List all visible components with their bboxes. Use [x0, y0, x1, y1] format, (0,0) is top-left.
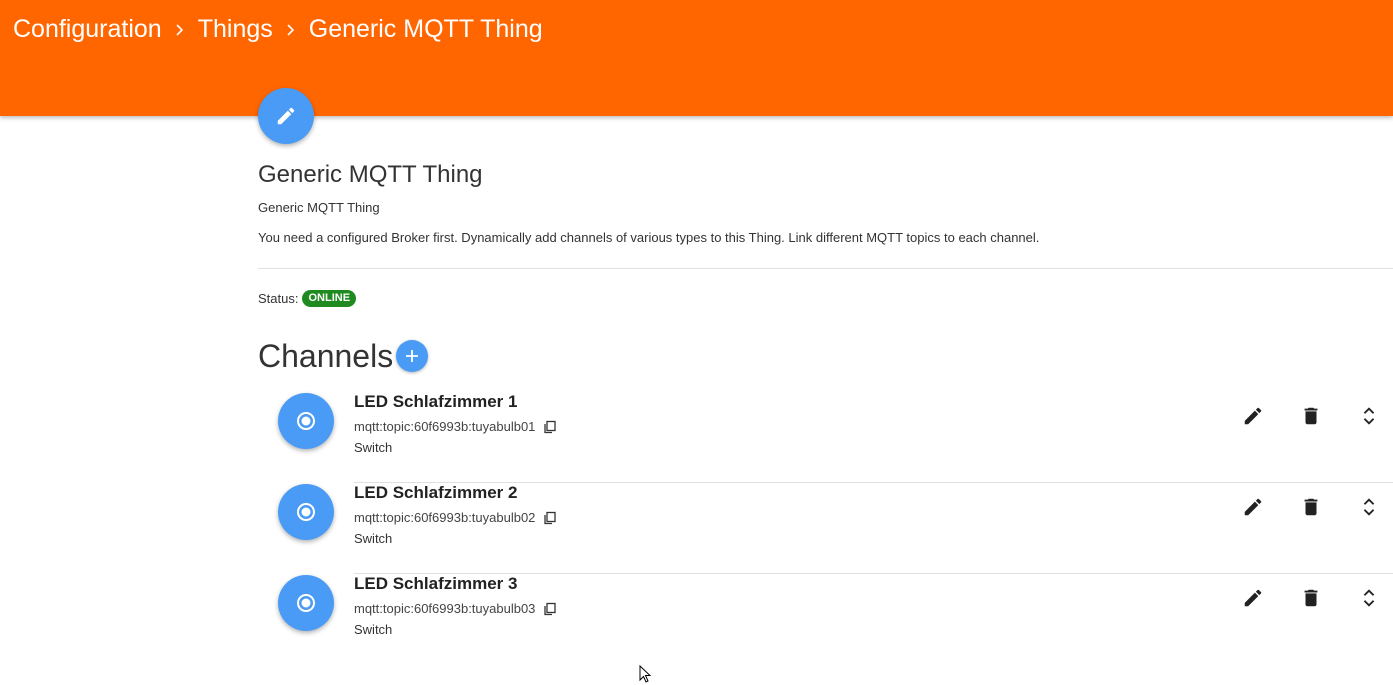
- edit-channel-button[interactable]: [1241, 495, 1265, 519]
- unfold-icon: [1363, 589, 1375, 607]
- channel-type: Switch: [354, 531, 393, 546]
- radio-button-icon: [297, 594, 315, 612]
- add-channel-button[interactable]: [396, 340, 428, 372]
- app-header: Configuration Things Generic MQTT Thing: [0, 0, 1393, 116]
- thing-title: Generic MQTT Thing: [258, 161, 483, 188]
- channel-uid-row: mqtt:topic:60f6993b:tuyabulb01: [354, 419, 557, 434]
- trash-icon: [1304, 498, 1318, 516]
- channel-name: LED Schlafzimmer 2: [354, 483, 518, 502]
- edit-channel-button[interactable]: [1241, 404, 1265, 428]
- copy-icon[interactable]: [543, 420, 557, 434]
- pencil-icon: [1244, 498, 1262, 516]
- breadcrumb-things[interactable]: Things: [198, 15, 273, 44]
- channel-uid: mqtt:topic:60f6993b:tuyabulb02: [354, 510, 536, 525]
- status-badge: ONLINE: [302, 290, 357, 307]
- channel-row[interactable]: LED Schlafzimmer 1 mqtt:topic:60f6993b:t…: [258, 392, 1393, 483]
- trash-icon: [1304, 589, 1318, 607]
- breadcrumb-current-thing: Generic MQTT Thing: [308, 15, 543, 43]
- plus-icon: [406, 350, 418, 362]
- thing-subtitle: Generic MQTT Thing: [258, 200, 380, 215]
- chevron-right-icon: [162, 23, 198, 37]
- channel-avatar: [278, 393, 334, 449]
- channel-name: LED Schlafzimmer 3: [354, 574, 518, 593]
- copy-icon[interactable]: [543, 511, 557, 525]
- chevron-right-icon: [273, 23, 309, 37]
- pencil-icon: [1244, 589, 1262, 607]
- channel-row[interactable]: LED Schlafzimmer 2 mqtt:topic:60f6993b:t…: [258, 483, 1393, 574]
- delete-channel-button[interactable]: [1299, 404, 1323, 428]
- unfold-icon: [1363, 498, 1375, 516]
- expand-channel-button[interactable]: [1357, 495, 1381, 519]
- breadcrumb-configuration[interactable]: Configuration: [13, 15, 162, 44]
- channel-uid-row: mqtt:topic:60f6993b:tuyabulb02: [354, 510, 557, 525]
- unfold-icon: [1363, 407, 1375, 425]
- channel-uid: mqtt:topic:60f6993b:tuyabulb01: [354, 419, 536, 434]
- pencil-icon: [277, 107, 295, 125]
- channel-avatar: [278, 575, 334, 631]
- radio-button-icon: [297, 503, 315, 521]
- delete-channel-button[interactable]: [1299, 586, 1323, 610]
- channel-avatar: [278, 484, 334, 540]
- delete-channel-button[interactable]: [1299, 495, 1323, 519]
- expand-channel-button[interactable]: [1357, 404, 1381, 428]
- status-label: Status:: [258, 291, 299, 306]
- expand-channel-button[interactable]: [1357, 586, 1381, 610]
- edit-channel-button[interactable]: [1241, 586, 1265, 610]
- thing-description: You need a configured Broker first. Dyna…: [258, 230, 1040, 245]
- channel-row[interactable]: LED Schlafzimmer 3 mqtt:topic:60f6993b:t…: [258, 574, 1393, 665]
- channel-type: Switch: [354, 440, 393, 455]
- channel-type: Switch: [354, 622, 393, 637]
- channel-uid: mqtt:topic:60f6993b:tuyabulb03: [354, 601, 536, 616]
- radio-button-icon: [297, 412, 315, 430]
- channels-heading: Channels: [258, 338, 394, 374]
- breadcrumb: Configuration Things Generic MQTT Thing: [13, 15, 543, 44]
- trash-icon: [1304, 407, 1318, 425]
- channel-name: LED Schlafzimmer 1: [354, 392, 518, 411]
- edit-thing-button[interactable]: [258, 88, 314, 144]
- channel-uid-row: mqtt:topic:60f6993b:tuyabulb03: [354, 601, 557, 616]
- status-row: Status: ONLINE: [258, 290, 357, 307]
- pencil-icon: [1244, 407, 1262, 425]
- section-divider: [258, 268, 1393, 269]
- copy-icon[interactable]: [543, 602, 557, 616]
- mouse-cursor-icon: [639, 665, 652, 683]
